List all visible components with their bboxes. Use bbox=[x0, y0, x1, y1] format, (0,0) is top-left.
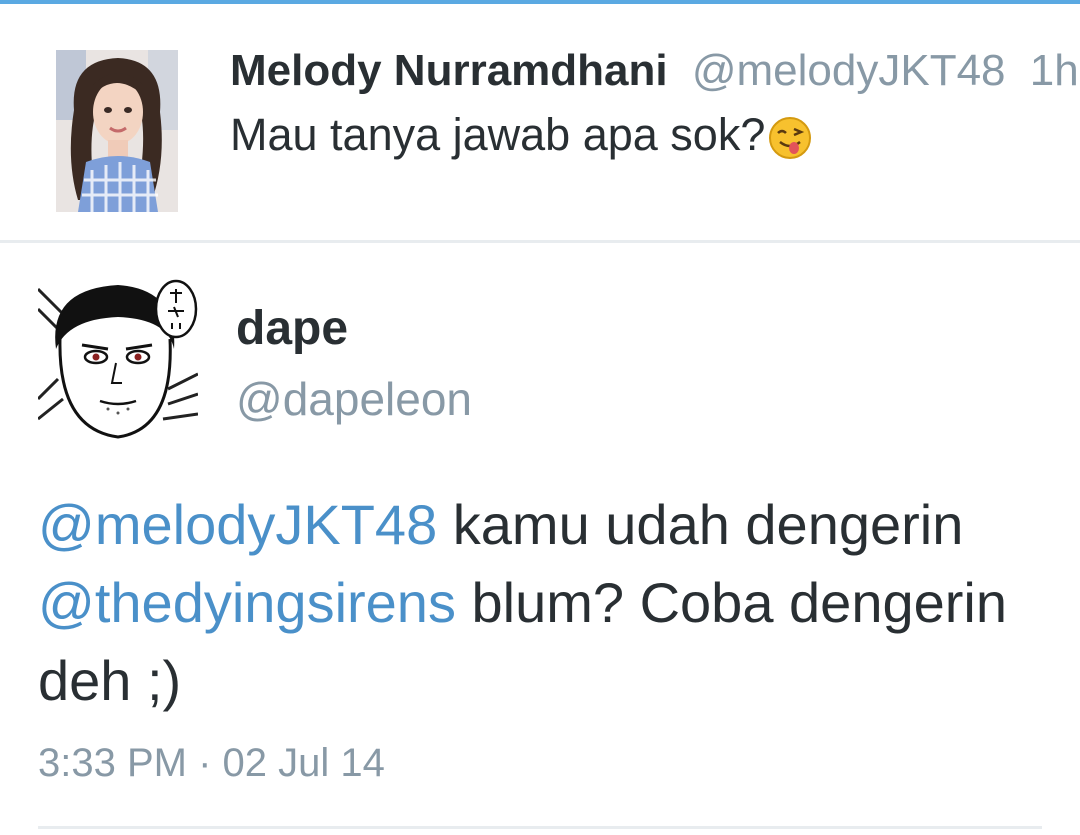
avatar[interactable] bbox=[56, 50, 178, 212]
winking-tongue-emoji-icon bbox=[769, 117, 812, 160]
mention-link[interactable]: @thedyingsirens bbox=[38, 571, 456, 634]
display-name[interactable]: dape bbox=[236, 300, 348, 358]
parent-tweet[interactable]: Melody Nurramdhani @melodyJKT48 1h Mau t… bbox=[0, 4, 1080, 242]
tweet-divider bbox=[38, 826, 1042, 829]
avatar-manga-face bbox=[38, 279, 198, 441]
tweet-timestamp: 3:33 PM · 02 Jul 14 bbox=[38, 741, 385, 785]
avatar[interactable] bbox=[38, 279, 198, 441]
user-handle[interactable]: @melodyJKT48 bbox=[692, 46, 1006, 95]
user-handle[interactable]: @dapeleon bbox=[236, 370, 472, 428]
parent-tweet-text: Mau tanya jawab apa sok? bbox=[230, 108, 813, 162]
tweet-text-segment: kamu udah dengerin bbox=[437, 493, 964, 556]
tweet-time: 1h bbox=[1029, 46, 1079, 95]
avatar-photo-melody bbox=[56, 50, 178, 212]
reply-tweet-text: @melodyJKT48 kamu udah dengerin @thedyin… bbox=[38, 486, 1048, 720]
tweet-text: Mau tanya jawab apa sok? bbox=[230, 109, 766, 160]
display-name[interactable]: Melody Nurramdhani bbox=[230, 46, 668, 95]
mention-link[interactable]: @melodyJKT48 bbox=[38, 493, 437, 556]
tweet-divider bbox=[0, 240, 1080, 243]
parent-tweet-header: Melody Nurramdhani @melodyJKT48 1h bbox=[230, 44, 1079, 98]
